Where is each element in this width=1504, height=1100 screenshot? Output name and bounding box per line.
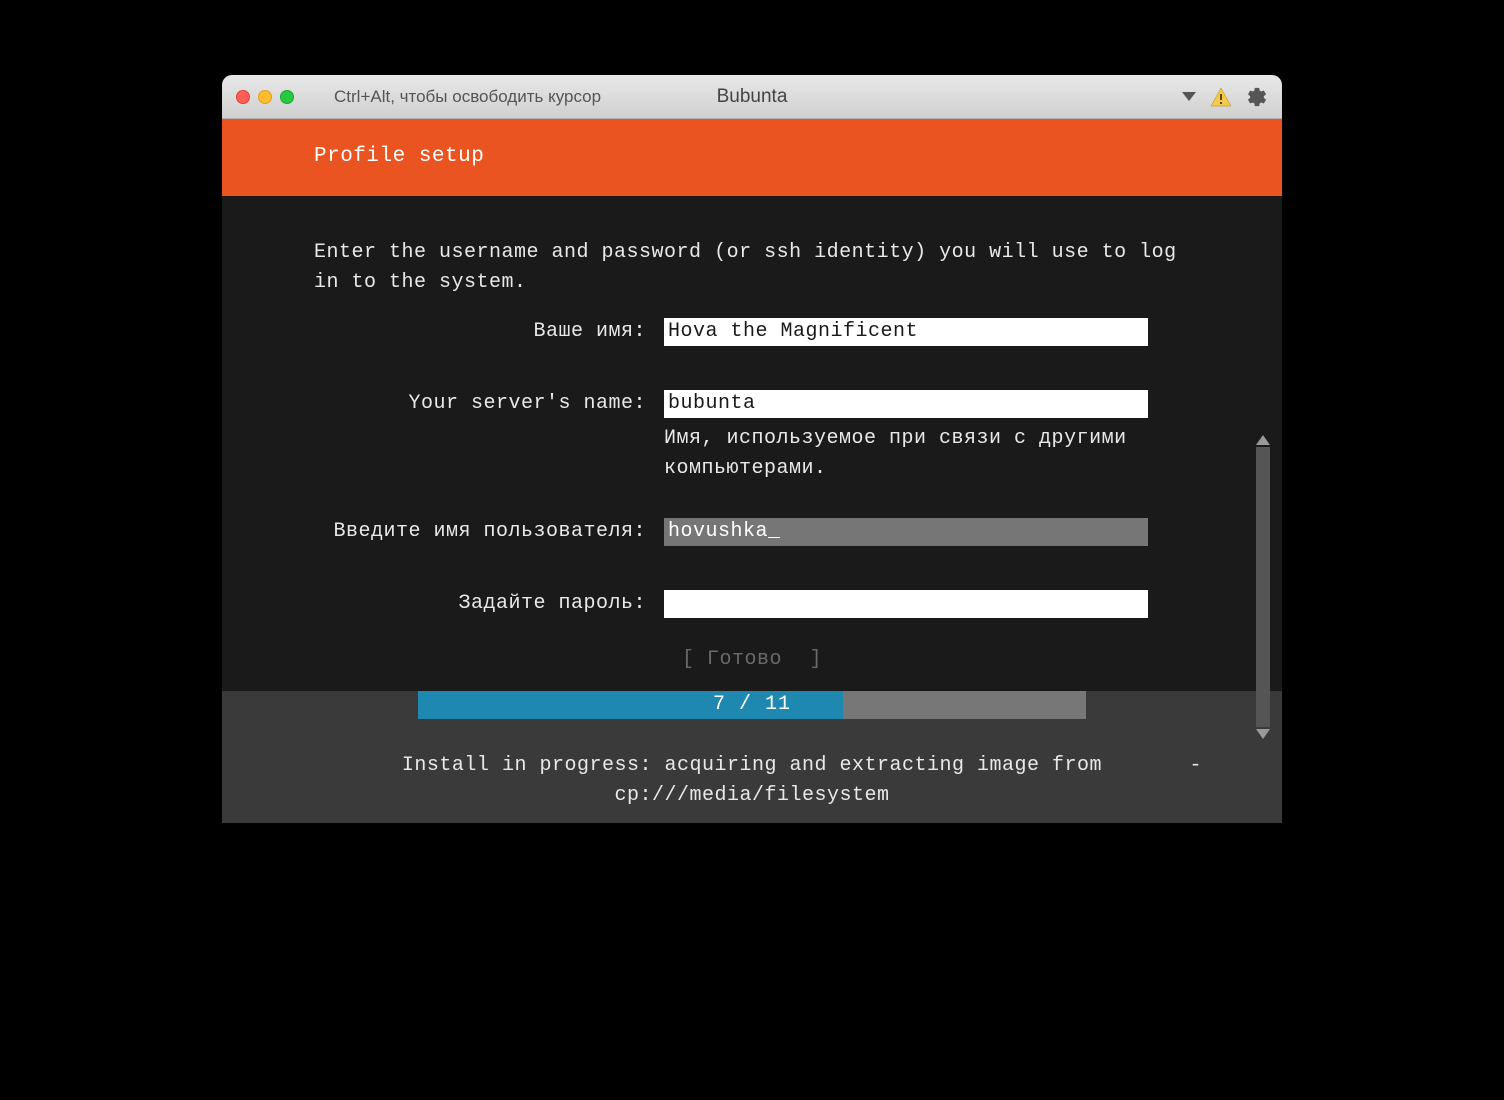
done-row: [ Готово ] (222, 648, 1282, 671)
instruction-text: Enter the username and password (or ssh … (314, 238, 1194, 298)
scroll-track[interactable] (1256, 447, 1270, 727)
spinner-icon: - (1189, 751, 1202, 781)
username-row: Введите имя пользователя: hovushka (222, 518, 1282, 546)
titlebar-controls (1182, 86, 1268, 108)
warning-icon[interactable] (1210, 87, 1232, 107)
guest-screen[interactable]: Profile setup Enter the username and pas… (222, 119, 1282, 823)
header-title: Profile setup (314, 145, 484, 168)
scroll-up-icon[interactable] (1256, 435, 1270, 445)
minimize-icon[interactable] (258, 90, 272, 104)
installer-header: Profile setup (222, 119, 1282, 196)
password-row: Задайте пароль: (222, 590, 1282, 618)
progress-text: 7 / 11 (418, 691, 1086, 719)
zoom-icon[interactable] (280, 90, 294, 104)
progress-bar: 7 / 11 (418, 691, 1086, 719)
username-label: Введите имя пользователя: (314, 518, 664, 543)
your-name-input[interactable]: Hova the Magnificent (664, 318, 1148, 346)
installer-content: Enter the username and password (or ssh … (222, 196, 1282, 823)
traffic-lights (236, 90, 294, 104)
capture-hint: Ctrl+Alt, чтобы освободить курсор (334, 87, 601, 107)
scrollbar[interactable] (1256, 447, 1270, 727)
your-name-label: Ваше имя: (314, 318, 664, 343)
your-name-row: Ваше имя: Hova the Magnificent (222, 318, 1282, 346)
status-line: Install in progress: acquiring and extra… (222, 719, 1282, 823)
server-name-row: Your server's name: bubunta Имя, использ… (222, 390, 1282, 484)
server-name-label: Your server's name: (314, 390, 664, 415)
progress-section: 7 / 11 (222, 691, 1282, 719)
close-icon[interactable] (236, 90, 250, 104)
vm-title: Bubunta (717, 86, 788, 108)
scroll-down-icon[interactable] (1256, 729, 1270, 739)
username-input[interactable]: hovushka (664, 518, 1148, 546)
status-message: acquiring and extracting image from cp:/… (614, 754, 1102, 807)
dropdown-icon[interactable] (1182, 92, 1196, 101)
done-button[interactable]: Готово (707, 648, 797, 671)
status-prefix: Install in progress: (402, 754, 652, 777)
vm-window: Ctrl+Alt, чтобы освободить курсор Bubunt… (222, 75, 1282, 823)
password-label: Задайте пароль: (314, 590, 664, 615)
titlebar[interactable]: Ctrl+Alt, чтобы освободить курсор Bubunt… (222, 75, 1282, 119)
gear-icon[interactable] (1246, 86, 1268, 108)
password-input[interactable] (664, 590, 1148, 618)
server-name-helper: Имя, используемое при связи с другими ко… (664, 424, 1282, 484)
server-name-input[interactable]: bubunta (664, 390, 1148, 418)
